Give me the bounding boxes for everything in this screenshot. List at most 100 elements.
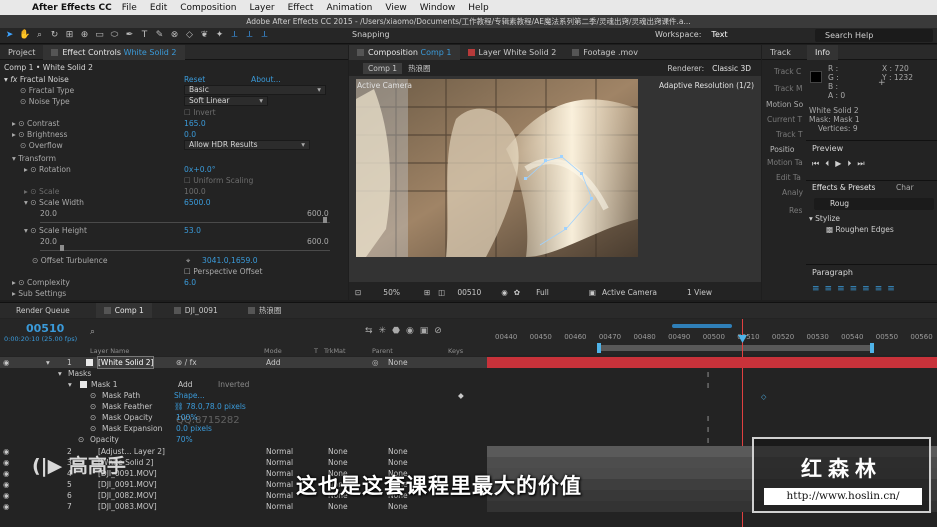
- view-axis-icon[interactable]: ⟂: [259, 30, 270, 41]
- perspective-offset-checkbox[interactable]: ☐ Perspective Offset: [184, 266, 262, 277]
- tab-layer[interactable]: Layer White Solid 2: [460, 45, 565, 60]
- expand-arrow-icon[interactable]: ▾: [58, 368, 62, 379]
- menu-edit[interactable]: Edit: [150, 3, 167, 13]
- tracker-label-7[interactable]: Edit Ta: [776, 173, 801, 182]
- local-axis-icon[interactable]: ⟂: [229, 30, 240, 41]
- comp-sub-tab-2[interactable]: 热浪圈: [408, 63, 431, 74]
- stopwatch-icon[interactable]: ⊙: [90, 412, 96, 423]
- mask-path-row[interactable]: ⊙ Mask Path Shape... ◆: [0, 390, 487, 401]
- rotate-tool-icon[interactable]: ↻: [49, 30, 60, 41]
- tab-heat-wave[interactable]: 热浪圈: [240, 303, 290, 318]
- scale-height-value[interactable]: 53.0: [184, 225, 201, 236]
- sub-settings-group[interactable]: ▸ Sub Settings: [12, 288, 66, 299]
- tab-effects-presets[interactable]: Effects & Presets: [812, 183, 875, 192]
- layer-mode[interactable]: Add: [266, 357, 281, 368]
- type-tool-icon[interactable]: T: [139, 30, 150, 41]
- zoom-dropdown[interactable]: 50%: [383, 288, 400, 297]
- link-icon[interactable]: ⛓: [174, 401, 184, 412]
- visibility-eye-icon[interactable]: ◉: [3, 501, 10, 512]
- camera-tool-icon[interactable]: ⊞: [64, 30, 75, 41]
- prop-scale-height-label[interactable]: ▾ ⊙ Scale Height: [24, 225, 87, 236]
- category-stylize[interactable]: ▾ Stylize: [809, 214, 840, 223]
- snapping-toggle[interactable]: Snapping: [352, 30, 390, 39]
- tracker-label-9[interactable]: Res: [789, 206, 802, 215]
- layer-parent[interactable]: None: [388, 446, 408, 457]
- crosshair-icon[interactable]: ⌖: [186, 255, 190, 266]
- menu-window[interactable]: Window: [420, 3, 456, 13]
- comp-sub-tab[interactable]: Comp 1: [363, 63, 403, 74]
- visibility-eye-icon[interactable]: ◉: [3, 490, 10, 501]
- layer-mode[interactable]: Normal: [266, 501, 293, 512]
- col-layer-name[interactable]: Layer Name: [90, 347, 129, 355]
- views-dropdown[interactable]: 1 View: [687, 288, 712, 297]
- scale-width-slider-knob[interactable]: [323, 217, 327, 223]
- mask-visibility-icon[interactable]: ◫: [438, 288, 445, 297]
- timeline-search-icon[interactable]: ⌕: [90, 327, 95, 337]
- camera-view-dropdown[interactable]: Active Camera: [602, 288, 657, 297]
- scale-height-slider-knob[interactable]: [60, 245, 64, 251]
- effect-reset-link[interactable]: Reset: [184, 74, 205, 85]
- snapshot-icon[interactable]: ◉: [501, 288, 508, 297]
- layer-mode[interactable]: Normal: [266, 468, 293, 479]
- layer-trkmat[interactable]: None: [328, 457, 348, 468]
- masks-group[interactable]: ▾ Masks: [0, 368, 487, 379]
- opacity-row[interactable]: ⊙ Opacity 70%: [0, 434, 487, 445]
- workspace-value[interactable]: Text: [711, 30, 727, 39]
- keyframe-markers[interactable]: IIIIII: [707, 370, 709, 458]
- eraser-tool-icon[interactable]: ◇: [184, 30, 195, 41]
- renderer-value[interactable]: Classic 3D: [712, 64, 751, 73]
- pen-tool-icon[interactable]: ✒: [124, 30, 135, 41]
- tab-project[interactable]: Project: [0, 45, 43, 60]
- stopwatch-icon[interactable]: ⊙: [78, 434, 84, 445]
- layer-mode[interactable]: Normal: [266, 446, 293, 457]
- effect-about-link[interactable]: About...: [251, 74, 281, 85]
- zoom-tool-icon[interactable]: ⌕: [34, 30, 45, 41]
- expand-arrow-icon[interactable]: ▾: [46, 357, 50, 368]
- effects-search-input[interactable]: Roug: [814, 198, 934, 210]
- contrast-value[interactable]: 165.0: [184, 118, 206, 129]
- layer-mode[interactable]: Normal: [266, 457, 293, 468]
- ellipse-tool-icon[interactable]: ⬭: [109, 30, 120, 41]
- layer-parent[interactable]: None: [388, 357, 408, 368]
- layer-trkmat[interactable]: None: [328, 501, 348, 512]
- col-mode[interactable]: Mode: [264, 347, 282, 355]
- effect-header-fractal-noise[interactable]: ▾ fx Fractal Noise: [4, 74, 69, 85]
- visibility-eye-icon[interactable]: ◉: [3, 457, 10, 468]
- region-of-interest-icon[interactable]: ▣: [589, 288, 596, 297]
- prop-rotation-label[interactable]: ▸ ⊙ Rotation: [24, 164, 71, 175]
- menu-app-name[interactable]: After Effects CC: [32, 3, 112, 13]
- scale-height-slider[interactable]: [40, 250, 330, 251]
- prop-scale-width-label[interactable]: ▾ ⊙ Scale Width: [24, 197, 84, 208]
- uniform-scaling-checkbox[interactable]: ☐ Uniform Scaling: [184, 175, 253, 186]
- fractal-type-dropdown[interactable]: Basic: [184, 85, 326, 95]
- overflow-dropdown[interactable]: Allow HDR Results: [184, 140, 310, 150]
- layer-mode[interactable]: Normal: [266, 490, 293, 501]
- tracker-label-0[interactable]: Track C: [774, 67, 801, 76]
- stopwatch-icon[interactable]: ⊙: [90, 401, 96, 412]
- first-frame-icon[interactable]: ⏮: [812, 159, 825, 168]
- comp-timecode[interactable]: 00510: [457, 288, 481, 297]
- tab-render-queue[interactable]: Render Queue: [8, 303, 78, 318]
- tab-effect-controls[interactable]: Effect Controls White Solid 2: [43, 44, 185, 60]
- clone-tool-icon[interactable]: ⊗: [169, 30, 180, 41]
- tracker-label-8[interactable]: Analy: [782, 188, 803, 197]
- paragraph-align-buttons[interactable]: ≡≡≡≡≡≡≡: [812, 284, 900, 294]
- puppet-tool-icon[interactable]: ✦: [214, 30, 225, 41]
- prop-complexity-label[interactable]: ▸ ⊙ Complexity: [12, 277, 70, 288]
- play-icon[interactable]: ▶: [835, 159, 847, 168]
- resolution-dropdown[interactable]: Full: [536, 288, 549, 297]
- mask-1-name[interactable]: Mask 1: [91, 379, 117, 390]
- stopwatch-icon[interactable]: ⊙: [90, 423, 96, 434]
- menu-view[interactable]: View: [385, 3, 406, 13]
- noise-type-dropdown[interactable]: Soft Linear: [184, 96, 268, 106]
- keyframe-diamond-icon[interactable]: ◇: [761, 393, 766, 401]
- last-frame-icon[interactable]: ⏭: [857, 159, 870, 168]
- mask-1-inverted[interactable]: Inverted: [218, 379, 249, 390]
- offset-turbulence-value[interactable]: 3041.0,1659.0: [202, 255, 258, 266]
- search-help-input[interactable]: Search Help: [815, 29, 933, 42]
- mask-1-mode[interactable]: Add: [178, 379, 193, 390]
- effect-roughen-edges[interactable]: ▩ Roughen Edges: [826, 225, 894, 234]
- tab-tracker[interactable]: Track: [762, 45, 799, 60]
- brush-tool-icon[interactable]: ✎: [154, 30, 165, 41]
- layer-row-1[interactable]: ◉ ▾ 1 [White Solid 2] ⊛ / fx Add ◎ None: [0, 356, 487, 369]
